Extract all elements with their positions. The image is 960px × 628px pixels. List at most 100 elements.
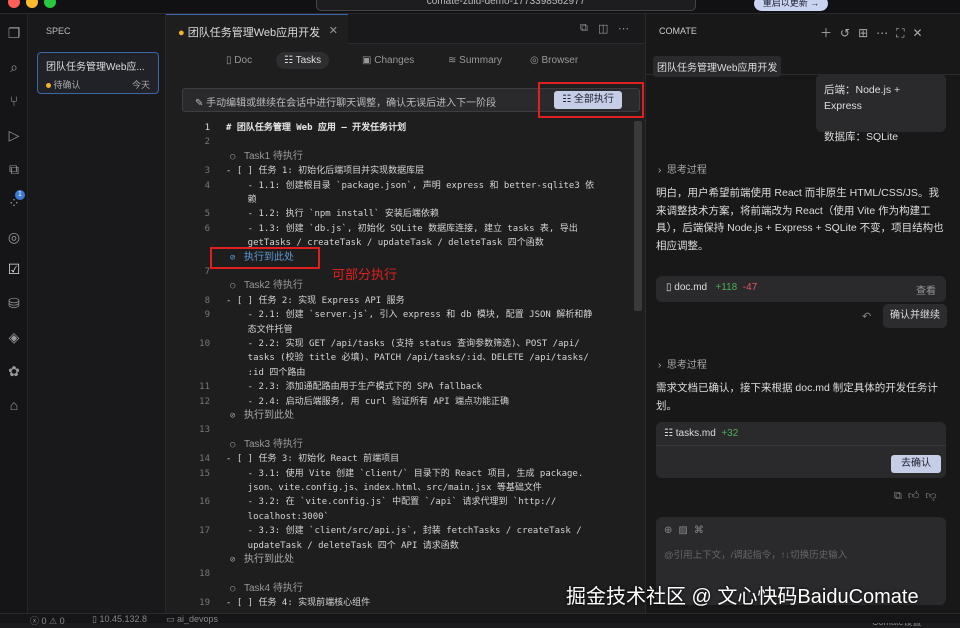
image-icon[interactable]: ▨ [678,525,693,536]
tasks-file-card[interactable]: ☷ tasks.md +32 去确认 [656,422,946,478]
line-number: 9 [204,310,210,321]
tab-spec-document[interactable]: ● 团队任务管理Web应用开发 ✕ [166,14,348,44]
file-icon: ▯ [666,282,672,293]
line-text: - 3.1: 使用 Vite 创建 `client/` 目录下的 React 项… [226,468,584,479]
user-message-line: 后端：Node.js + Express [824,84,901,112]
copy-icon[interactable]: ⧉ [894,490,908,502]
line-number: 1 [204,123,210,133]
activity-bar: ❐ ⌕ ⑂ ▷ ⧉ ⁘ 1 ◎ ☑ ⛁ ◈ ✿ ⌂ [0,14,28,613]
line-number: 13 [199,425,210,436]
line-number: 19 [199,598,210,609]
subtab-browser-label: Browser [541,55,579,66]
highlight-box [210,247,320,269]
highlight-box [538,82,644,118]
paw-icon[interactable]: ✿ [5,362,23,380]
user-message-line: 数据库：SQLite [824,131,899,143]
undo-icon[interactable]: ↶ [862,310,871,323]
line-text: Task2 待执行 [244,280,303,292]
close-tab-icon[interactable]: ✕ [329,24,338,37]
search-icon[interactable]: ⌕ [5,58,23,76]
branch-indicator[interactable]: ▭ ai_devops [166,614,218,625]
thinking-label: 思考过程 [666,165,707,176]
editor-scrollbar[interactable] [634,121,642,311]
project-search-bar[interactable]: comate-zulu-demo-1773398562977 [316,0,696,11]
line-text: :id 四个路由 [226,367,306,378]
split-editor-icon[interactable]: ◫ [598,22,608,35]
status-dot-icon [46,83,51,88]
line-text: - 1.3: 创建 `db.js`, 初始化 SQLite 数据库连接, 建立 … [226,223,578,234]
browser-icon[interactable]: ◎ [5,228,23,246]
line-text: - 2.3: 添加通配路由用于生产模式下的 SPA fallback [226,382,483,393]
panel-actions: ＋↺⊞⋯⛶✕ [820,24,931,41]
comate-panel: COMATE ＋↺⊞⋯⛶✕ 团队任务管理Web应用开发 后端：Node.js +… [645,14,960,627]
status-bar: ⓧ 0 ⚠ 0 ▯ 10.45.132.8 ▭ ai_devops [0,613,960,626]
confirm-continue-button[interactable]: 确认并继续 [883,304,947,328]
line-number: 5 [204,209,210,220]
subtab-doc[interactable]: ▯ Doc [218,52,260,69]
remote-ip[interactable]: ▯ 10.45.132.8 [92,614,147,625]
line-number: 17 [199,526,210,537]
open-preview-icon[interactable]: ⧉ [580,22,588,35]
database-icon[interactable]: ⛁ [5,294,23,312]
spec-sidebar: SPEC 团队任务管理Web应... 待确认 今天 [28,14,166,613]
subtab-browser[interactable]: ◎ Browser [522,52,586,69]
line-text: Task4 待执行 [244,582,303,594]
remote-icon[interactable]: ⧉ [5,160,23,178]
lines-removed: -47 [742,282,758,293]
maximize-window-button[interactable] [44,0,56,8]
line-text: localhost:3000` [226,511,329,522]
extensions-icon[interactable]: ⁘ 1 [5,190,25,212]
line-number: 10 [199,339,210,349]
line-text: 执行到此处 [244,554,294,565]
command-icon[interactable]: ⌘ [694,525,710,536]
line-text: - 3.3: 创建 `client/src/api.js`, 封装 fetchT… [226,526,582,537]
restart-update-button[interactable]: 重启以更新 → [754,0,828,11]
line-number: 14 [199,454,210,465]
go-confirm-button[interactable]: 去确认 [891,455,941,473]
user-message: 后端：Node.js + Express 数据库：SQLite [816,74,946,143]
subtab-changes[interactable]: ▣ Changes [354,52,422,69]
layers-icon[interactable]: ◈ [5,328,23,346]
close-window-button[interactable] [8,0,20,8]
line-text: Task3 待执行 [244,438,303,450]
view-button[interactable]: 查看 [916,282,936,297]
subtab-tasks[interactable]: ☷ Tasks [276,52,330,69]
close-panel-icon[interactable]: ✕ [913,26,931,40]
more-actions-icon[interactable]: ⋯ [618,22,629,35]
thinking-toggle[interactable]: › 思考过程 [658,161,707,176]
line-number: 4 [204,180,210,191]
error-count: 0 [41,616,47,626]
lines-added: +32 [721,428,739,439]
plugin-icon[interactable]: ⌂ [5,396,23,414]
line-number: 15 [199,468,210,479]
chat-input-placeholder[interactable]: @引用上下文，/调起指令，↑↓切换历史输入 [664,547,847,561]
add-context-icon[interactable]: ⊕ [664,525,678,536]
more-icon[interactable]: ⋯ [876,26,896,40]
tasks-list-icon: ☷ [664,428,673,439]
edit-icon: ✎ [195,98,204,109]
history-icon[interactable]: ↺ [840,26,858,40]
thinking-toggle[interactable]: › 思考过程 [658,356,707,371]
line-text: 态文件托管 [226,324,293,335]
maximize-icon[interactable]: ⛶ [896,26,912,40]
extensions-badge: 1 [15,190,25,200]
thinking-label: 思考过程 [666,360,707,371]
thumbs-up-icon[interactable]: 👍︎ [908,490,926,502]
line-text: - 1.2: 执行 `npm install` 安装后端依赖 [226,209,439,220]
new-chat-icon[interactable]: ＋ [820,26,840,40]
subtab-summary-label: Summary [459,55,502,66]
thumbs-down-icon[interactable]: 👎︎ [925,490,942,502]
subtab-summary[interactable]: ≋ Summary [440,52,510,69]
layout-icon[interactable]: ⊞ [858,26,876,40]
pending-circle-icon: ○ [230,439,236,450]
problems-indicator[interactable]: ⓧ 0 ⚠ 0 [30,614,65,627]
file-change-card[interactable]: ▯ doc.md +118 -47 查看 [656,276,946,302]
watermark: 掘金技术社区 @ 文心快码BaiduComate [566,586,919,608]
line-text: updateTask / deleteTask 四个 API 请求函数 [226,540,459,551]
minimize-window-button[interactable] [26,0,38,8]
spec-card[interactable]: 团队任务管理Web应... 待确认 今天 [37,52,159,94]
source-control-icon[interactable]: ⑂ [5,92,23,110]
explorer-icon[interactable]: ❐ [5,24,23,42]
run-debug-icon[interactable]: ▷ [5,126,23,144]
spec-icon[interactable]: ☑ [5,260,23,278]
